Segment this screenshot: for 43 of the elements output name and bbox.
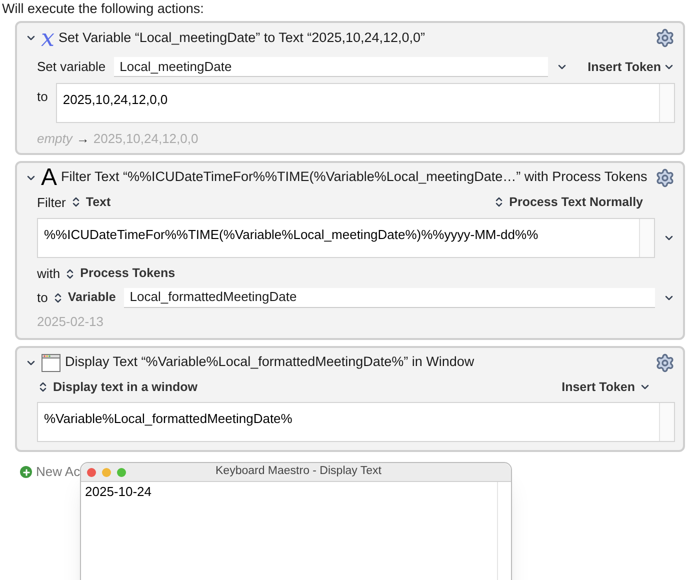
variable-field[interactable]: Local_formattedMeetingDate xyxy=(124,288,655,308)
heading: Will execute the following actions: xyxy=(2,1,204,16)
destination-popup[interactable]: Variable xyxy=(68,288,116,307)
insert-token-menu[interactable]: Insert Token xyxy=(588,58,661,76)
mode-popup[interactable]: Process Text Normally xyxy=(509,192,643,212)
field-label: with xyxy=(37,265,60,283)
result-value: 2025-02-13 xyxy=(37,314,104,328)
arrow-icon: → xyxy=(76,129,90,148)
scrollbar xyxy=(639,219,654,257)
updown-icon xyxy=(37,380,49,393)
text-area[interactable]: 2025,10,24,12,0,0 xyxy=(56,83,675,123)
scrollbar xyxy=(659,84,674,122)
add-icon[interactable] xyxy=(20,466,32,478)
window-icon xyxy=(41,352,61,372)
field-label: to xyxy=(37,88,48,106)
field-label: Filter xyxy=(37,194,66,212)
settings-icon[interactable] xyxy=(655,352,675,372)
field-label: Set variable xyxy=(37,58,106,76)
settings-icon[interactable] xyxy=(655,28,675,48)
action-title: Set Variable “Local_meetingDate” to Text “2025,10,24,12,0,0” xyxy=(58,28,426,47)
process-popup[interactable]: Process Tokens xyxy=(80,264,176,284)
text-icon: A xyxy=(41,166,58,190)
variable-field[interactable]: Local_meetingDate xyxy=(114,57,548,77)
display-text: 2025-10-24 xyxy=(84,483,152,501)
text-value: %Variable%Local_formattedMeetingDate% xyxy=(44,411,292,426)
close-button[interactable] xyxy=(87,468,96,476)
scrollbar xyxy=(659,403,674,442)
insert-token-menu[interactable]: Insert Token xyxy=(562,378,635,396)
new-action-link[interactable]: New Ac xyxy=(36,462,80,482)
result-prefix: empty xyxy=(37,130,72,148)
result-value: 2025,10,24,12,0,0 xyxy=(93,130,198,148)
text-area[interactable]: %%ICUDateTimeFor%%TIME(%Variable%Local_meetingDate%)%%yyyy-MM-dd%% xyxy=(37,218,655,258)
text-value: 2025,10,24,12,0,0 xyxy=(62,92,168,107)
variable-icon: x xyxy=(41,26,55,50)
source-popup[interactable]: Text xyxy=(86,192,111,212)
display-mode-popup[interactable]: Display text in a window xyxy=(53,378,198,396)
action-title: Filter Text “%%ICUDateTimeFor%%TIME(%Variable%Local_meetingDate…” with Process Tokens xyxy=(61,168,648,186)
text-area[interactable]: %Variable%Local_formattedMeetingDate% xyxy=(37,402,675,442)
window-title: Keyboard Maestro - Display Text xyxy=(214,464,382,480)
field-label: to xyxy=(37,288,48,307)
text-value: %%ICUDateTimeFor%%TIME(%Variable%Local_meetingDate%)%%yyyy-MM-dd%% xyxy=(44,227,538,242)
settings-icon[interactable] xyxy=(655,168,675,188)
action-title: Display Text “%Variable%Local_formattedMeetingDate%” in Window xyxy=(65,353,476,372)
